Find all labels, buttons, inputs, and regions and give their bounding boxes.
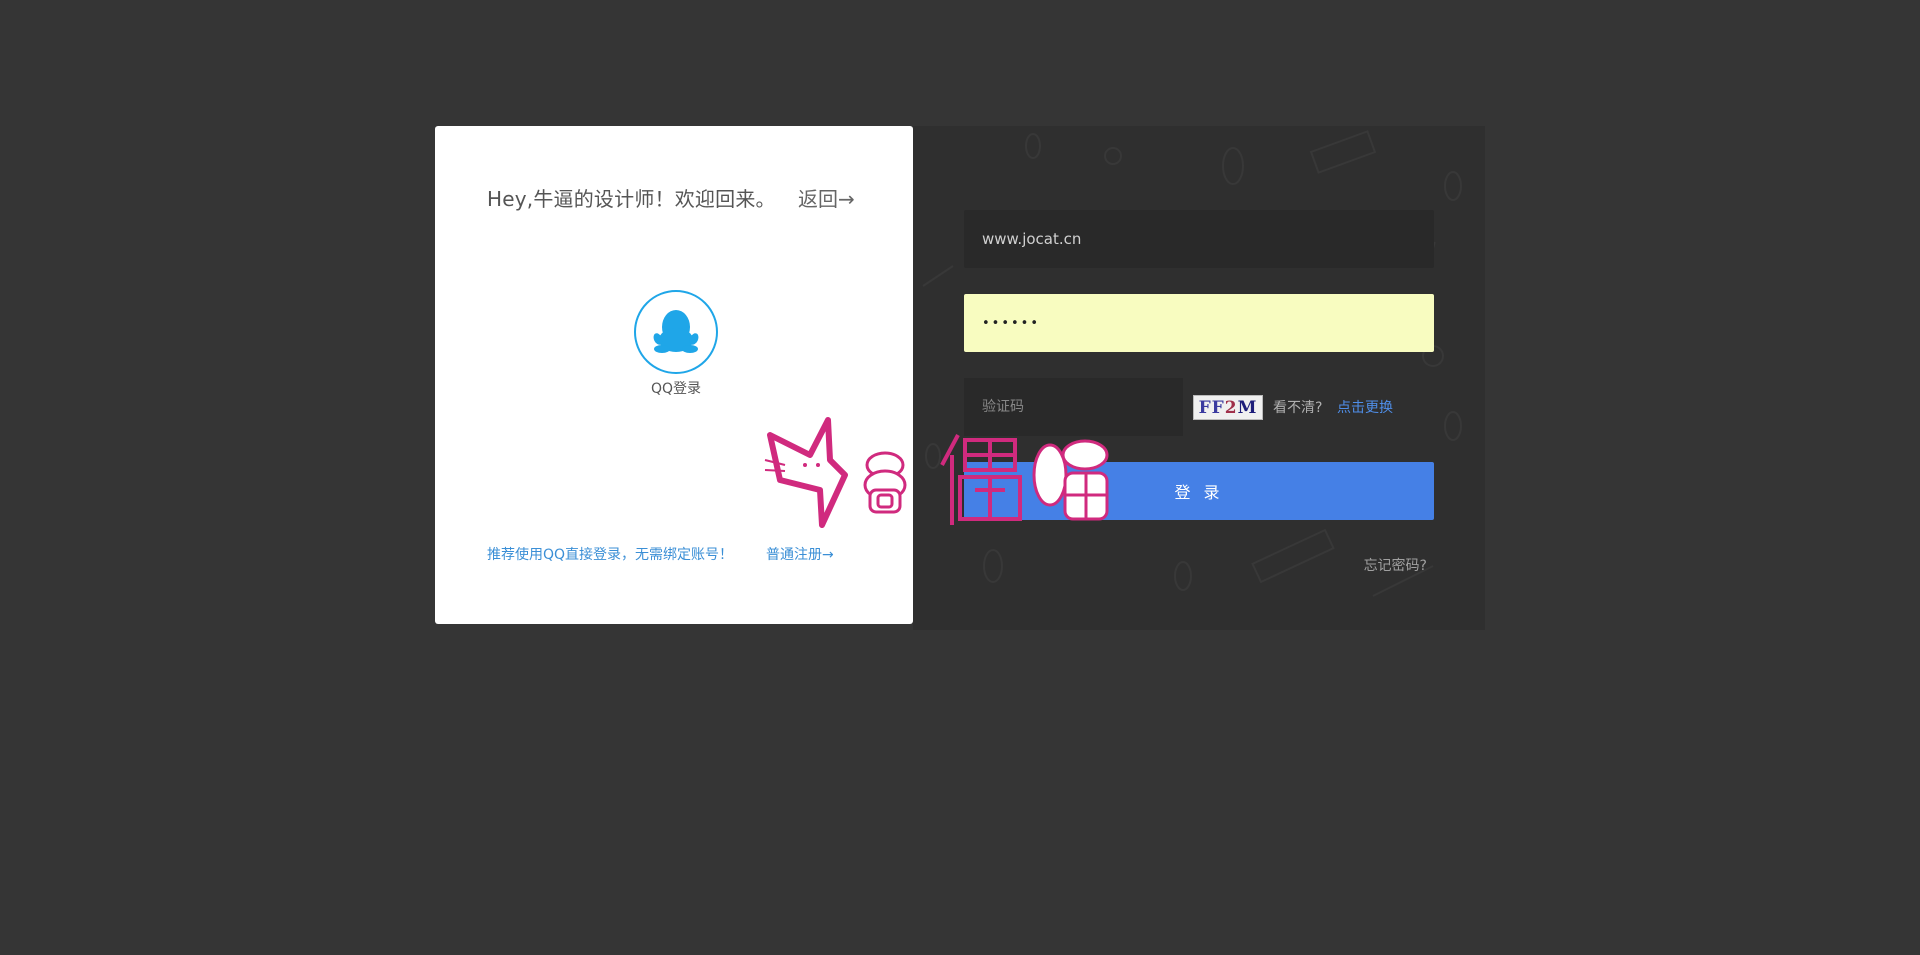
refresh-captcha-link[interactable]: 点击更换: [1337, 397, 1393, 417]
login-button[interactable]: 登 录: [964, 462, 1434, 520]
captcha-char: FF: [1198, 397, 1225, 418]
qq-login-card: Hey,牛逼的设计师！欢迎回来。 返回→ QQ登录 推荐使用QQ直接登录，无需绑…: [435, 126, 913, 624]
login-form-panel: FF 2 M 看不清? 点击更换 登 录 忘记密码?: [913, 126, 1485, 630]
login-page: Hey,牛逼的设计师！欢迎回来。 返回→ QQ登录 推荐使用QQ直接登录，无需绑…: [0, 0, 1920, 955]
captcha-char: 2: [1224, 397, 1238, 418]
qq-icon-circle[interactable]: [634, 290, 718, 374]
qq-recommend-text: 推荐使用QQ直接登录，无需绑定账号！: [487, 547, 734, 563]
welcome-message: Hey,牛逼的设计师！欢迎回来。: [487, 187, 776, 211]
qq-penguin-icon: [653, 310, 699, 353]
captcha-image[interactable]: FF 2 M: [1193, 395, 1263, 420]
captcha-input[interactable]: [964, 378, 1183, 436]
back-link[interactable]: 返回→: [798, 183, 855, 212]
username-input[interactable]: [964, 210, 1434, 268]
password-input[interactable]: [964, 294, 1434, 352]
forgot-password-link[interactable]: 忘记密码?: [1364, 555, 1427, 575]
cant-see-text: 看不清?: [1273, 400, 1323, 416]
register-link[interactable]: 普通注册→: [766, 544, 834, 564]
qq-login-button[interactable]: QQ登录: [631, 290, 721, 398]
qq-login-label: QQ登录: [650, 381, 702, 397]
captcha-char: M: [1237, 397, 1258, 418]
